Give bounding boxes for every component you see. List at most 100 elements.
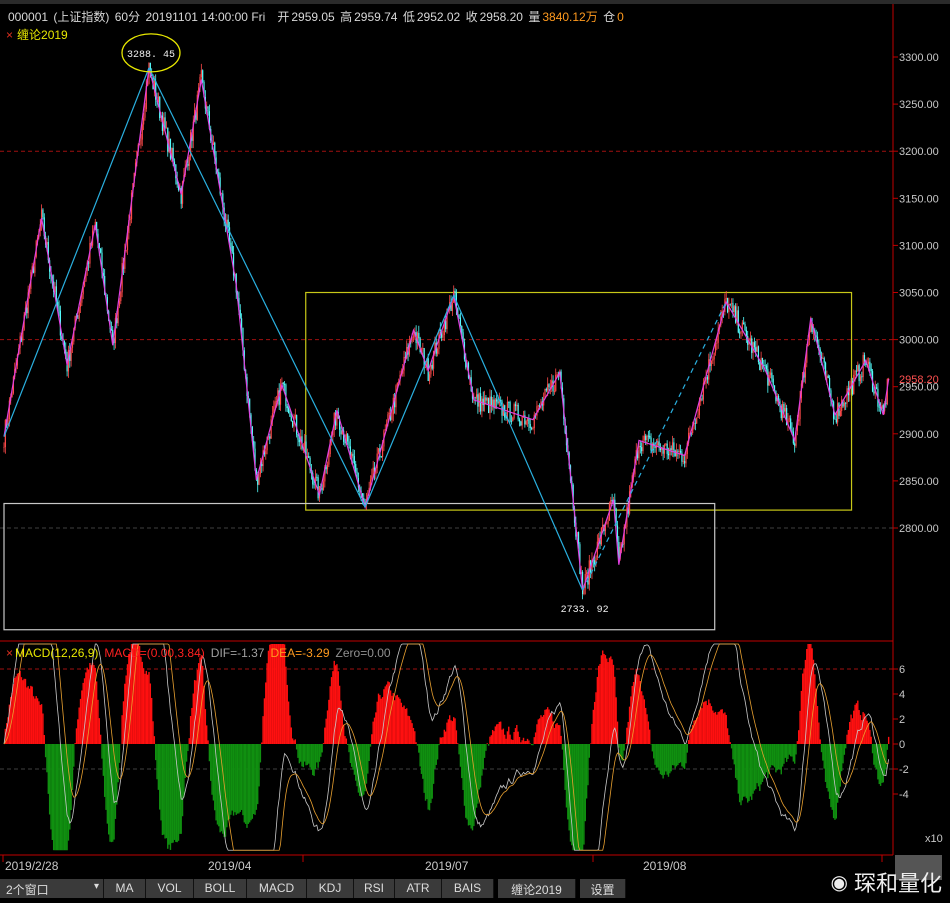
candle — [461, 325, 463, 333]
ma-button[interactable]: MA — [104, 879, 146, 898]
watermark-text: 琛和量化 — [853, 871, 942, 896]
candle — [743, 322, 745, 325]
candle — [730, 303, 733, 305]
candle — [497, 401, 499, 404]
candle — [685, 453, 687, 464]
candle — [649, 435, 651, 438]
candle — [514, 404, 517, 407]
candle — [697, 415, 699, 419]
candle — [732, 303, 734, 312]
close-icon[interactable]: × — [6, 646, 13, 660]
candle — [861, 376, 863, 378]
dea-value: DEA=-3.29 — [270, 646, 330, 660]
candle — [454, 290, 456, 293]
candle — [422, 348, 424, 349]
date-label: 2019/04 — [208, 859, 252, 873]
candle — [313, 484, 315, 486]
candle — [532, 428, 534, 429]
pivot-price-label: 3288. 45 — [127, 50, 175, 61]
candle — [391, 414, 393, 420]
date-label: 2019/2/28 — [5, 859, 59, 873]
candle — [740, 331, 742, 334]
candle — [486, 398, 488, 401]
price-tick-label: 3150.00 — [899, 193, 939, 205]
candle — [112, 329, 114, 338]
candle — [783, 403, 785, 412]
vol-button[interactable]: VOL — [146, 879, 194, 898]
candle — [296, 414, 298, 435]
candle — [759, 362, 761, 371]
candle — [586, 572, 588, 574]
macd-tick-label: 2 — [899, 714, 905, 726]
candle — [547, 384, 549, 391]
atr-button[interactable]: ATR — [395, 879, 442, 898]
candle — [784, 408, 786, 412]
candle — [431, 364, 433, 369]
candle — [478, 393, 480, 407]
pivot-price-label: 2733. 92 — [561, 605, 609, 616]
candle — [304, 441, 306, 449]
zhongshu-box — [305, 291, 853, 511]
candle — [140, 139, 142, 145]
dif-value: DIF=-1.37 — [210, 646, 265, 660]
candle — [556, 374, 558, 376]
candle — [353, 456, 355, 465]
candle — [763, 364, 765, 366]
macd-button[interactable]: MACD — [247, 879, 307, 898]
candle — [788, 418, 790, 420]
kdj-button[interactable]: KDJ — [307, 879, 354, 898]
candle — [710, 360, 713, 367]
candle — [508, 401, 510, 403]
candle — [859, 376, 862, 382]
candle — [555, 374, 557, 391]
candle — [485, 397, 487, 401]
candle — [647, 435, 649, 437]
candle — [867, 361, 870, 365]
candle — [516, 404, 518, 407]
candle — [602, 524, 604, 528]
price-chart[interactable]: 3300.00 3250.00 3200.00 3150.00 3100.00 3050.… — [0, 0, 950, 903]
candle — [261, 464, 263, 467]
candle — [496, 399, 498, 402]
candle — [269, 436, 271, 439]
rsi-button[interactable]: RSI — [354, 879, 395, 898]
candle — [58, 306, 60, 311]
candle — [490, 396, 492, 406]
candle — [328, 454, 330, 465]
window-count-select[interactable]: 2个窗口 — [0, 879, 104, 898]
boll-button[interactable]: BOLL — [194, 879, 247, 898]
bais-button[interactable]: BAIS — [442, 879, 494, 898]
candle — [658, 441, 660, 447]
candle — [822, 358, 824, 360]
candle — [712, 359, 714, 361]
candle — [671, 442, 674, 450]
candle — [164, 117, 166, 129]
candle — [646, 435, 648, 440]
candle — [144, 109, 146, 118]
candle — [355, 464, 357, 472]
price-tick-label: 3050.00 — [899, 288, 939, 300]
candle — [665, 443, 667, 445]
candle — [42, 209, 44, 218]
candle — [297, 434, 299, 440]
candle — [739, 332, 741, 334]
chanlun-button[interactable]: 缠论2019 — [498, 879, 576, 898]
price-tick-label: 3250.00 — [899, 99, 939, 111]
candle — [545, 388, 547, 391]
candle — [442, 334, 444, 338]
candle — [348, 441, 350, 447]
candle — [526, 418, 529, 422]
candle — [857, 365, 859, 372]
candle — [227, 219, 229, 228]
candle — [834, 418, 836, 420]
settings-button[interactable]: 设置 — [580, 879, 626, 898]
candle — [100, 248, 102, 253]
candle — [380, 456, 382, 457]
candle — [294, 414, 296, 419]
candle — [282, 382, 284, 385]
candle — [756, 346, 758, 352]
candle — [340, 429, 342, 435]
date-label: 2019/08 — [643, 859, 687, 873]
candle — [530, 427, 533, 429]
candle — [875, 387, 878, 389]
